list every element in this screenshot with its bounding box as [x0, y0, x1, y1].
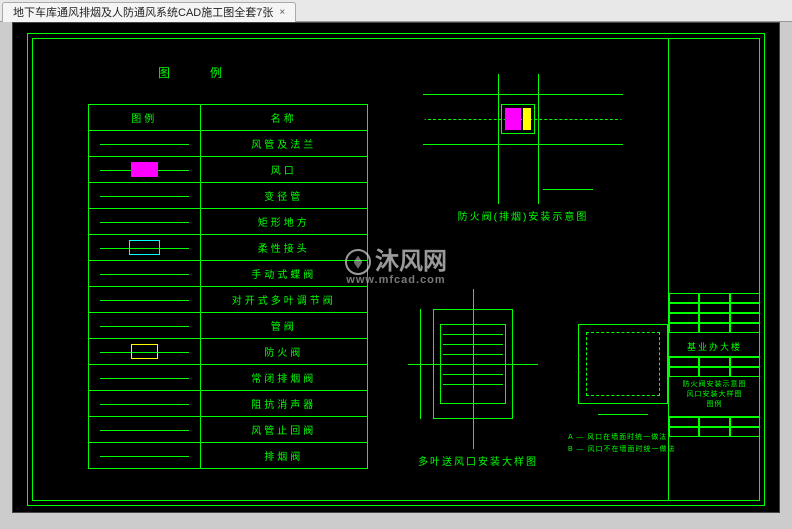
table-row: 对开式多叶调节阀 — [89, 287, 368, 313]
header-symbol: 图例 — [89, 105, 201, 131]
legend-title: 图例 — [158, 64, 262, 81]
table-row: 阻抗消声器 — [89, 391, 368, 417]
tab-title: 地下车库通风排烟及人防通风系统CAD施工图全套7张 — [13, 4, 273, 20]
table-row: 排烟阀 — [89, 443, 368, 469]
table-row: 管阀 — [89, 313, 368, 339]
drawing-title: 防火阀安装示意图 风口安装大样图 图例 — [669, 377, 760, 417]
table-row: 风管止回阀 — [89, 417, 368, 443]
detail-air-outlet: 多叶送风口安装大样图 — [408, 289, 548, 489]
table-row: 风口 — [89, 157, 368, 183]
table-row: 风管及法兰 — [89, 131, 368, 157]
drawing-border: 图例 图例 名称 风管及法兰 风口 变径管 矩形地方 柔性接头 手动式蝶阀 对开… — [27, 33, 765, 506]
project-name: 基业办大楼 — [669, 333, 760, 357]
drawing-canvas[interactable]: 图例 图例 名称 风管及法兰 风口 变径管 矩形地方 柔性接头 手动式蝶阀 对开… — [12, 22, 780, 513]
left-scrollbar[interactable] — [0, 22, 12, 513]
right-scrollbar[interactable] — [780, 22, 792, 513]
table-row: 手动式蝶阀 — [89, 261, 368, 287]
detail1-caption: 防火阀(排烟)安装示意图 — [423, 208, 623, 223]
table-row: 矩形地方 — [89, 209, 368, 235]
header-name: 名称 — [200, 105, 367, 131]
close-icon[interactable]: × — [279, 7, 285, 18]
legend-table: 图例 名称 风管及法兰 风口 变径管 矩形地方 柔性接头 手动式蝶阀 对开式多叶… — [88, 104, 368, 469]
table-row: 柔性接头 — [89, 235, 368, 261]
title-block: 基业办大楼 防火阀安装示意图 风口安装大样图 图例 — [668, 38, 760, 501]
detail-fire-damper: 防火阀(排烟)安装示意图 — [423, 74, 623, 244]
table-header-row: 图例 名称 — [89, 105, 368, 131]
document-tab[interactable]: 地下车库通风排烟及人防通风系统CAD施工图全套7张 × — [2, 2, 296, 22]
table-row: 常闭排烟阀 — [89, 365, 368, 391]
tab-bar: 地下车库通风排烟及人防通风系统CAD施工图全套7张 × — [0, 0, 792, 22]
table-row: 防火阀 — [89, 339, 368, 365]
note-b: B — 风口不在墙面时统一做法 — [568, 444, 676, 454]
detail-section: A — 风口在墙面时统一做法 B — 风口不在墙面时统一做法 — [568, 314, 683, 474]
note-a: A — 风口在墙面时统一做法 — [568, 432, 667, 442]
detail2-caption: 多叶送风口安装大样图 — [408, 453, 548, 468]
table-row: 变径管 — [89, 183, 368, 209]
bottom-scrollbar[interactable] — [0, 513, 792, 529]
title-grid — [669, 293, 760, 333]
